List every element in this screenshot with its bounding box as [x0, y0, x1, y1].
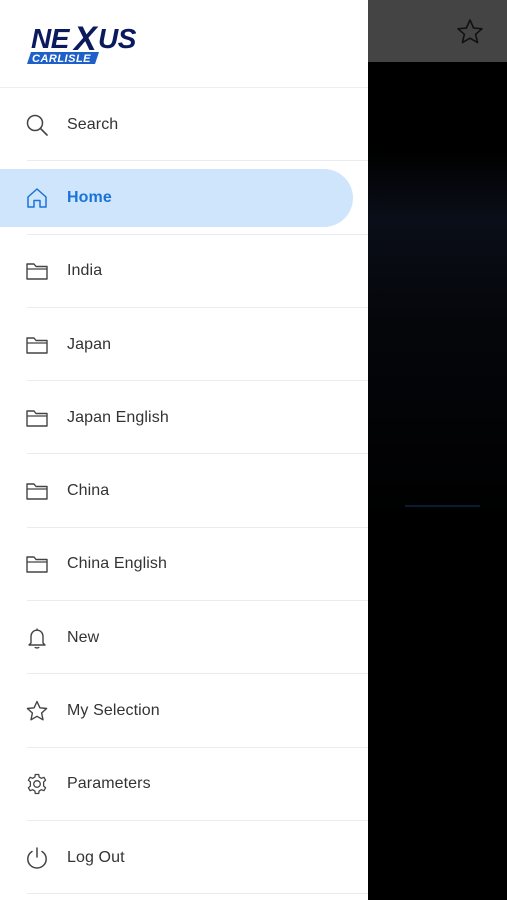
- favorite-star-icon[interactable]: [455, 17, 485, 47]
- menu-item-china-english[interactable]: China English: [0, 528, 368, 602]
- menu-item-search[interactable]: Search: [0, 88, 368, 162]
- home-icon: [25, 186, 49, 210]
- menu-item-home[interactable]: Home: [0, 161, 368, 235]
- background-content: [368, 150, 507, 530]
- divider: [27, 893, 368, 895]
- power-icon: [25, 846, 49, 870]
- background-divider: [405, 505, 480, 507]
- menu-item-label: China English: [67, 555, 168, 573]
- folder-icon: [25, 479, 49, 503]
- star-icon: [25, 699, 49, 723]
- menu-item-log-out[interactable]: Log Out: [0, 821, 368, 895]
- folder-icon: [25, 552, 49, 576]
- menu-item-parameters[interactable]: Parameters: [0, 748, 368, 821]
- menu-item-india[interactable]: India: [0, 235, 368, 308]
- menu-item-label: Home: [67, 188, 112, 206]
- folder-icon: [25, 259, 49, 283]
- svg-text:CARLISLE: CARLISLE: [32, 53, 91, 65]
- folder-icon: [25, 406, 49, 430]
- menu-item-label: India: [67, 262, 103, 280]
- nexus-carlisle-logo: NE X US CARLISLE: [27, 20, 167, 68]
- menu-item-label: New: [67, 628, 100, 646]
- folder-icon: [25, 333, 49, 357]
- gear-icon: [25, 772, 49, 796]
- active-highlight: [0, 169, 353, 228]
- search-icon: [25, 113, 49, 137]
- menu-item-new[interactable]: New: [0, 601, 368, 675]
- navigation-drawer: NE X US CARLISLE Search Home India Japan…: [0, 0, 368, 900]
- menu-item-label: Log Out: [67, 848, 125, 866]
- svg-text:US: US: [98, 23, 137, 54]
- drawer-menu: Search Home India Japan Japan English Ch…: [0, 88, 368, 895]
- menu-item-china[interactable]: China: [0, 454, 368, 528]
- menu-item-label: Search: [67, 115, 119, 133]
- menu-item-label: Japan English: [67, 408, 169, 426]
- menu-item-label: China: [67, 482, 110, 500]
- menu-item-japan[interactable]: Japan: [0, 308, 368, 382]
- menu-item-label: Parameters: [67, 775, 151, 793]
- menu-item-label: My Selection: [67, 702, 160, 720]
- bell-icon: [25, 626, 49, 650]
- menu-item-japan-english[interactable]: Japan English: [0, 381, 368, 455]
- svg-text:NE: NE: [31, 23, 71, 54]
- menu-item-my-selection[interactable]: My Selection: [0, 674, 368, 748]
- menu-item-label: Japan: [67, 335, 112, 353]
